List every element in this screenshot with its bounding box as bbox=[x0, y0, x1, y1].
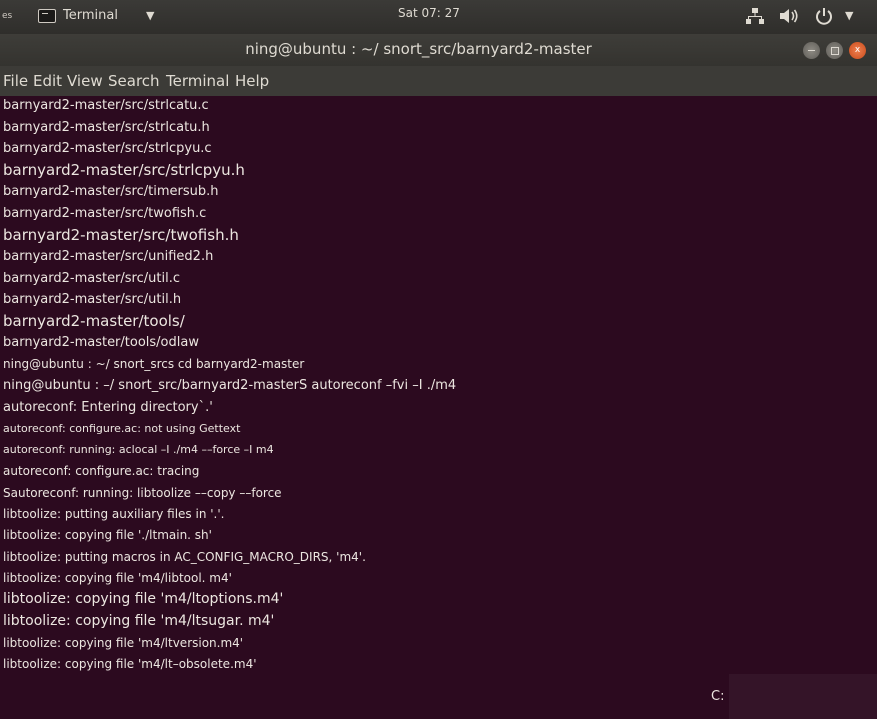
terminal-line: ning@ubuntu : –/ snort_src/barnyard2-mas… bbox=[3, 378, 457, 393]
terminal-line: barnyard2-master/src/timersub.h bbox=[3, 184, 219, 199]
terminal-app-icon[interactable] bbox=[38, 9, 56, 23]
terminal-line: libtoolize: copying file 'm4/ltoptions.m… bbox=[3, 591, 284, 607]
terminal-line: libtoolize: copying file 'm4/ltversion.m… bbox=[3, 636, 244, 650]
terminal-line: barnyard2-master/tools/ bbox=[3, 312, 185, 330]
terminal-line: libtoolize: putting macros in AC_CONFIG_… bbox=[3, 550, 366, 564]
top-panel: es Terminal ▼ Sat 07: 27 ▼ bbox=[0, 0, 877, 34]
menu-terminal[interactable]: Terminal bbox=[166, 72, 229, 90]
blurred-region bbox=[729, 674, 877, 719]
menu-help[interactable]: Help bbox=[235, 72, 269, 90]
menu-view[interactable]: View bbox=[67, 72, 103, 90]
terminal-line: autoreconf: running: aclocal –I ./m4 ––f… bbox=[3, 443, 274, 456]
terminal-line: autoreconf: Entering directory`.' bbox=[3, 400, 213, 415]
terminal-line: libtoolize: copying file 'm4/libtool. m4… bbox=[3, 571, 232, 585]
menu-edit[interactable]: Edit bbox=[33, 72, 62, 90]
terminal-line: libtoolize: copying file 'm4/lt–obsolete… bbox=[3, 657, 257, 671]
menu-file[interactable]: File bbox=[3, 72, 28, 90]
window-title: ning@ubuntu : ~/ snort_src/barnyard2-mas… bbox=[245, 40, 592, 58]
clock[interactable]: Sat 07: 27 bbox=[398, 6, 460, 20]
chevron-down-icon[interactable]: ▼ bbox=[146, 9, 154, 22]
terminal-line: barnyard2-master/src/strlcatu.h bbox=[3, 120, 210, 135]
app-menu-label[interactable]: Terminal bbox=[63, 8, 118, 23]
terminal-line: barnyard2-master/src/twofish.c bbox=[3, 206, 207, 221]
maximize-button[interactable] bbox=[826, 42, 843, 59]
terminal-line: barnyard2-master/src/unified2.h bbox=[3, 249, 214, 264]
network-icon[interactable] bbox=[746, 8, 764, 24]
terminal-line: barnyard2-master/src/strlcpyu.c bbox=[3, 141, 212, 156]
terminal-line: barnyard2-master/src/util.h bbox=[3, 292, 182, 307]
terminal-line: Sautoreconf: running: libtoolize ––copy … bbox=[3, 486, 282, 500]
terminal-output[interactable]: barnyard2-master/src/strlcatu.c barnyard… bbox=[0, 96, 877, 719]
terminal-line: barnyard2-master/src/strlcpyu.h bbox=[3, 161, 245, 179]
minimize-button[interactable] bbox=[803, 42, 820, 59]
terminal-trailing-text: C: bbox=[711, 689, 725, 704]
power-icon[interactable] bbox=[815, 7, 833, 25]
window-title-bar[interactable]: ning@ubuntu : ~/ snort_src/barnyard2-mas… bbox=[0, 34, 877, 66]
menu-bar: File Edit View Search Terminal Help bbox=[0, 66, 877, 96]
terminal-line: autoreconf: configure.ac: tracing bbox=[3, 464, 200, 478]
terminal-line: barnyard2-master/src/twofish.h bbox=[3, 226, 239, 244]
activities-label[interactable]: es bbox=[2, 11, 12, 21]
terminal-line: barnyard2-master/src/strlcatu.c bbox=[3, 98, 209, 113]
terminal-line: barnyard2-master/src/util.c bbox=[3, 271, 180, 286]
terminal-line: barnyard2-master/tools/odlaw bbox=[3, 335, 199, 350]
terminal-line: libtoolize: putting auxiliary files in '… bbox=[3, 507, 225, 521]
close-button[interactable]: x bbox=[849, 42, 866, 59]
terminal-line: libtoolize: copying file 'm4/ltsugar. m4… bbox=[3, 613, 275, 629]
terminal-line: ning@ubuntu : ~/ snort_srcs cd barnyard2… bbox=[3, 357, 305, 371]
terminal-line: libtoolize: copying file './ltmain. sh' bbox=[3, 528, 212, 542]
terminal-line: autoreconf: configure.ac: not using Gett… bbox=[3, 422, 241, 435]
volume-icon[interactable] bbox=[779, 8, 799, 24]
menu-search[interactable]: Search bbox=[108, 72, 160, 90]
system-menu-chevron-icon[interactable]: ▼ bbox=[845, 9, 853, 22]
